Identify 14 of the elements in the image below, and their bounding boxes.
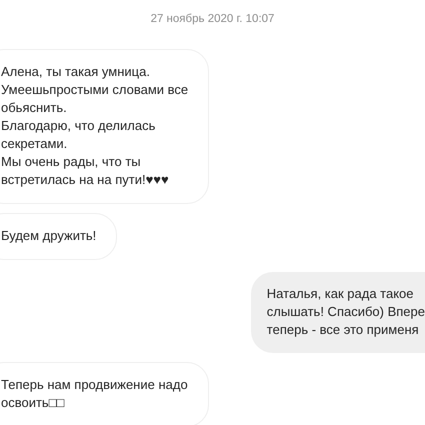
message-text: обьяснить. <box>1 99 68 117</box>
message-text: Мы очень рады, что ты <box>1 153 142 171</box>
message-text: Алена, ты такая умница. <box>1 63 151 81</box>
message-text: слышать! Спасибо) Впере <box>266 303 425 321</box>
message-text: Благодарю, что делилась <box>1 117 156 135</box>
message-text: Теперь нам продвижение надо <box>1 376 188 394</box>
message-text: теперь - все это применя <box>266 321 420 339</box>
message-text: встретилась на на пути!♥♥♥ <box>1 171 170 189</box>
message-timestamp: 27 ноябрь 2020 г. 10:07 <box>150 12 276 27</box>
message-text: секретами. <box>1 135 68 153</box>
message-text: освоить□□ <box>1 394 66 412</box>
message-text: Умеешьпростыми словами все <box>1 81 188 99</box>
message-text: Будем дружить! <box>1 227 96 245</box>
message-text: Наталья, как рада такое <box>266 285 415 303</box>
